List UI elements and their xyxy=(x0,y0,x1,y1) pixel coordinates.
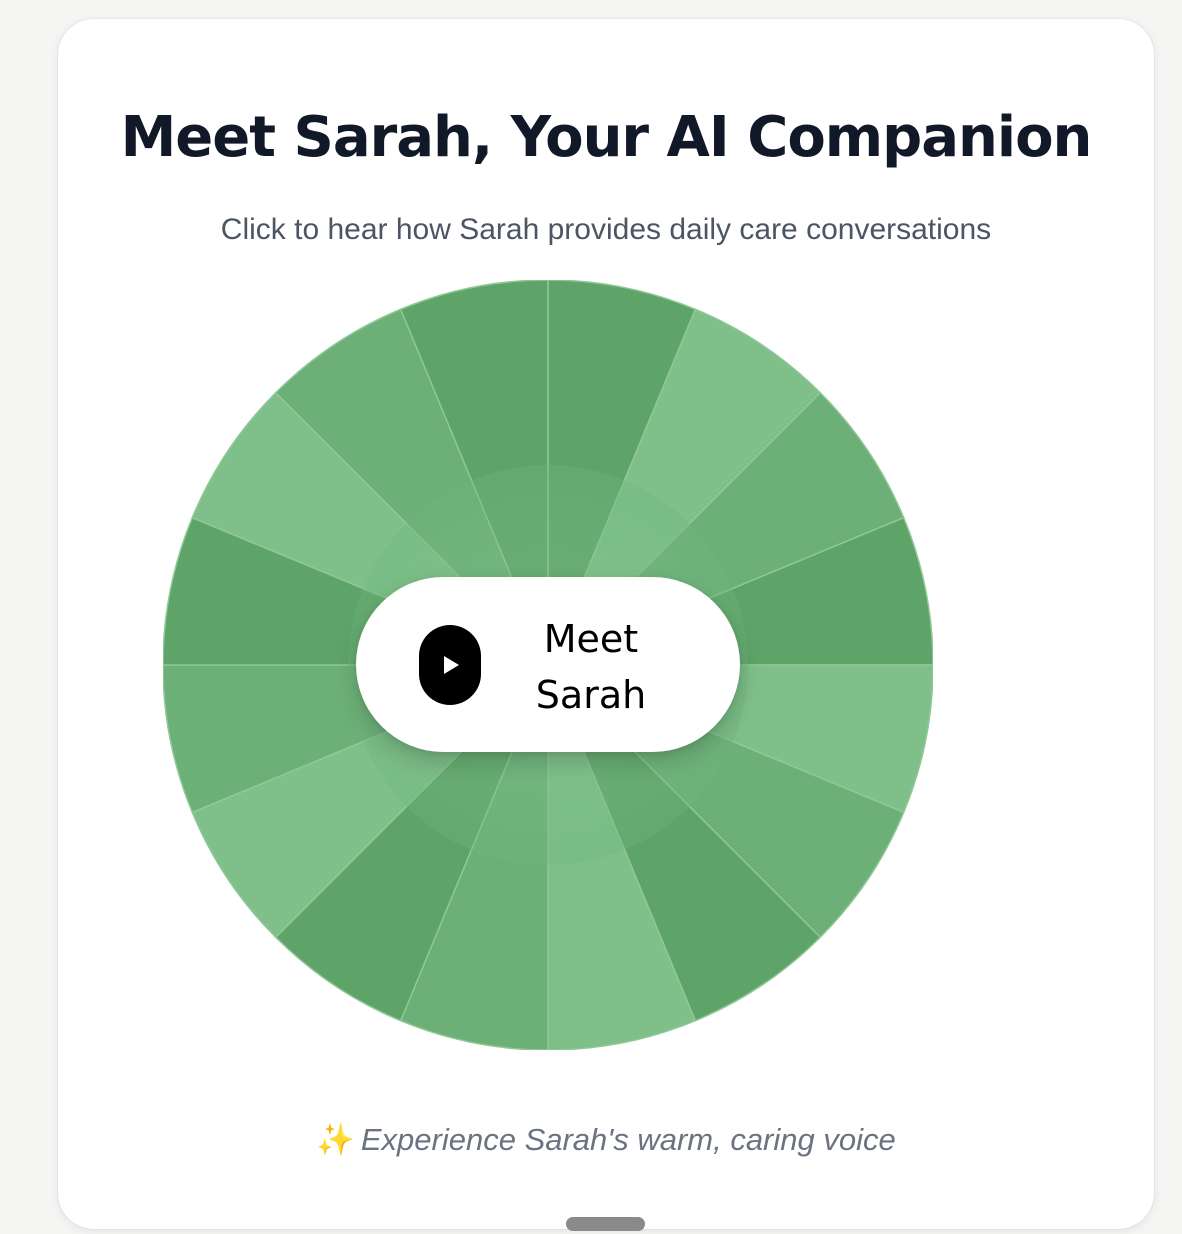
footnote-text: Experience Sarah's warm, caring voice xyxy=(360,1122,896,1157)
page-title: Meet Sarah, Your AI Companion xyxy=(120,105,1093,170)
page-subtitle: Click to hear how Sarah provides daily c… xyxy=(220,213,992,246)
footnote: ✨ Experience Sarah's warm, caring voice xyxy=(58,1119,1154,1161)
play-icon xyxy=(444,656,459,674)
sparkles-icon: ✨ xyxy=(316,1122,355,1157)
scroll-handle[interactable] xyxy=(566,1217,645,1231)
meet-sarah-label: Meet Sarah xyxy=(535,617,647,717)
meet-sarah-button[interactable]: Meet Sarah xyxy=(356,577,740,752)
play-button[interactable] xyxy=(419,625,481,705)
